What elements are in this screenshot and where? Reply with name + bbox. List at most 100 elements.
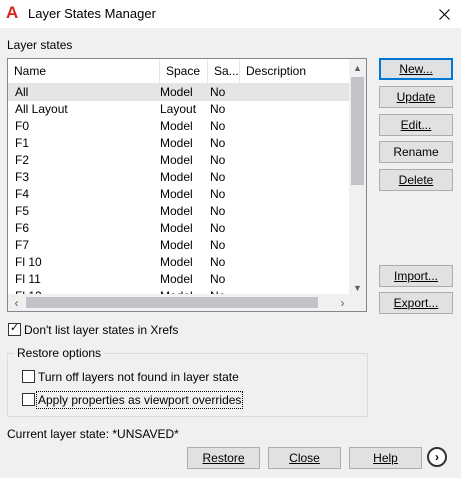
turn-off-layers-checkbox[interactable] — [22, 370, 35, 383]
window-title: Layer States Manager — [28, 6, 156, 21]
list-item[interactable]: All Layout Layout No — [8, 101, 351, 118]
cell-space: Model — [160, 136, 193, 150]
help-button[interactable]: Help — [349, 447, 422, 469]
list-item[interactable]: F2 Model No — [8, 152, 351, 169]
list-item[interactable]: F0 Model No — [8, 118, 351, 135]
cell-name: F7 — [15, 238, 30, 252]
close-icon — [438, 8, 450, 20]
cell-space: Model — [160, 204, 193, 218]
cell-name: Fl 10 — [15, 255, 42, 269]
cell-space: Layout — [160, 102, 197, 116]
cell-name: F3 — [15, 170, 30, 184]
cell-name: F6 — [15, 221, 30, 235]
current-layer-state: Current layer state: *UNSAVED* — [7, 427, 179, 441]
delete-button-label: Delete — [398, 173, 434, 187]
help-button-label: Help — [373, 451, 398, 465]
close-dialog-button[interactable]: Close — [268, 447, 341, 469]
vertical-scroll-thumb[interactable] — [351, 77, 364, 185]
list-item[interactable]: F3 Model No — [8, 169, 351, 186]
new-button-label: New... — [399, 62, 433, 76]
cell-same: No — [210, 102, 226, 116]
list-item[interactable]: F7 Model No — [8, 237, 351, 254]
edit-button[interactable]: Edit... — [379, 114, 453, 136]
rename-button[interactable]: Rename — [379, 141, 453, 163]
cell-same: No — [210, 136, 226, 150]
update-button-label: Update — [396, 90, 436, 104]
list-header: Name Space Sa... Description — [8, 59, 351, 84]
restore-button[interactable]: Restore — [187, 447, 260, 469]
chevron-right-icon: › — [435, 450, 439, 464]
cell-space: Model — [160, 170, 193, 184]
cell-same: No — [210, 170, 226, 184]
cell-same: No — [210, 187, 226, 201]
export-button-label: Export... — [393, 296, 439, 310]
cell-space: Model — [160, 221, 193, 235]
list-item[interactable]: Fl 10 Model No — [8, 254, 351, 271]
viewport-overrides-checkbox[interactable] — [22, 393, 35, 406]
list-item[interactable]: All Model No — [8, 84, 351, 101]
cell-name: F0 — [15, 119, 30, 133]
cell-same: No — [210, 153, 226, 167]
turn-off-layers-label[interactable]: Turn off layers not found in layer state — [38, 370, 239, 384]
cell-name: All Layout — [15, 102, 68, 116]
export-button[interactable]: Export... — [379, 292, 453, 314]
cell-same: No — [210, 204, 226, 218]
cell-name: F2 — [15, 153, 30, 167]
cell-same: No — [210, 238, 226, 252]
import-button[interactable]: Import... — [379, 265, 453, 287]
title-bar: A Layer States Manager — [0, 0, 461, 28]
cell-name: F4 — [15, 187, 30, 201]
column-header-name[interactable]: Name — [8, 59, 160, 83]
cell-same: No — [210, 85, 226, 99]
vertical-scrollbar[interactable]: ▲ ▼ — [349, 59, 366, 296]
cell-space: Model — [160, 119, 193, 133]
cell-name: F5 — [15, 204, 30, 218]
new-button[interactable]: New... — [379, 58, 453, 80]
cell-space: Model — [160, 255, 193, 269]
cell-space: Model — [160, 85, 193, 99]
scroll-corner — [349, 294, 366, 311]
restore-options-group — [7, 353, 368, 417]
delete-button[interactable]: Delete — [379, 169, 453, 191]
list-rows: All Model No All Layout Layout No F0 Model No F1 M… — [8, 84, 351, 296]
close-dialog-button-label: Close — [289, 451, 320, 465]
viewport-overrides-label[interactable]: Apply properties as viewport overrides — [35, 391, 244, 409]
horizontal-scroll-thumb[interactable] — [26, 297, 318, 308]
close-button[interactable] — [427, 0, 461, 28]
cell-space: Model — [160, 187, 193, 201]
cell-same: No — [210, 119, 226, 133]
layer-states-label: Layer states — [7, 38, 73, 52]
scroll-left-icon[interactable]: ‹ — [8, 294, 25, 311]
dont-list-xrefs-checkbox[interactable]: ✓ — [8, 322, 21, 336]
cell-space: Model — [160, 272, 193, 286]
cell-same: No — [210, 255, 226, 269]
list-item[interactable]: Fl 11 Model No — [8, 271, 351, 288]
cell-name: All — [15, 85, 29, 99]
checkmark-icon: ✓ — [10, 322, 20, 334]
list-item[interactable]: F1 Model No — [8, 135, 351, 152]
dont-list-xrefs-label[interactable]: Don't list layer states in Xrefs — [24, 323, 178, 337]
cell-name: F1 — [15, 136, 30, 150]
more-options-button[interactable]: › — [427, 447, 447, 467]
update-button[interactable]: Update — [379, 86, 453, 108]
layer-states-list[interactable]: Name Space Sa... Description All Model No A… — [7, 58, 367, 312]
cell-same: No — [210, 272, 226, 286]
list-item[interactable]: F5 Model No — [8, 203, 351, 220]
autocad-icon: A — [6, 3, 19, 22]
cell-name: Fl 11 — [15, 272, 41, 286]
scroll-up-icon[interactable]: ▲ — [349, 59, 366, 76]
restore-button-label: Restore — [202, 451, 245, 465]
cell-same: No — [210, 221, 226, 235]
cell-space: Model — [160, 238, 193, 252]
column-header-same[interactable]: Sa... — [208, 59, 240, 83]
rename-button-label: Rename — [393, 145, 439, 159]
restore-options-title: Restore options — [14, 346, 105, 360]
edit-button-label: Edit... — [400, 118, 432, 132]
horizontal-scrollbar[interactable]: ‹ › — [8, 294, 351, 311]
column-header-description[interactable]: Description — [240, 59, 351, 83]
list-item[interactable]: F4 Model No — [8, 186, 351, 203]
cell-space: Model — [160, 153, 193, 167]
import-button-label: Import... — [393, 269, 438, 283]
list-item[interactable]: F6 Model No — [8, 220, 351, 237]
column-header-space[interactable]: Space — [160, 59, 208, 83]
